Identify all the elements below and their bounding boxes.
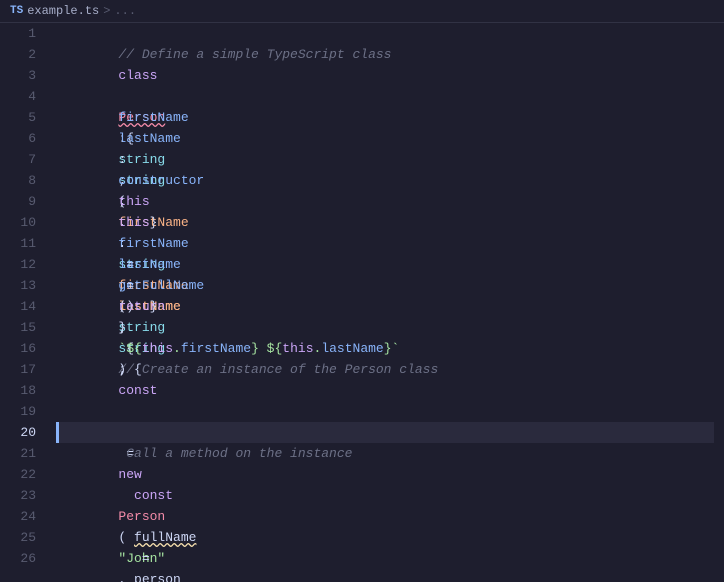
line-num-12: 12 (14, 254, 36, 275)
code-line-20: const fullName = person . getFullName ()… (56, 422, 714, 443)
line-num-4: 4 (14, 86, 36, 107)
code-lines[interactable]: // Define a simple TypeScript class clas… (46, 23, 724, 582)
line-num-24: 24 (14, 506, 36, 527)
line-num-19: 19 (14, 401, 36, 422)
line-num-17: 17 (14, 359, 36, 380)
breadcrumb: TS example.ts > ... (0, 0, 724, 23)
code-line-18 (56, 380, 714, 401)
code-line-5 (56, 107, 714, 128)
code-line-3: firstName : string ; (56, 65, 714, 86)
line-num-13: 13 (14, 275, 36, 296)
code-line-15 (56, 317, 714, 338)
code-area: 1 2 3 4 5 6 7 8 9 10 11 12 13 14 15 16 1… (0, 23, 724, 582)
line-num-26: 26 (14, 548, 36, 569)
code-line-16: // Create an instance of the Person clas… (56, 338, 714, 359)
editor: TS example.ts > ... 1 2 3 4 5 6 7 8 9 10… (0, 0, 724, 582)
line-num-3: 3 (14, 65, 36, 86)
line-num-8: 8 (14, 170, 36, 191)
line-num-16: 16 (14, 338, 36, 359)
line-numbers: 1 2 3 4 5 6 7 8 9 10 11 12 13 14 15 16 1… (0, 23, 46, 582)
code-line-23 (56, 485, 714, 506)
line-num-1: 1 (14, 23, 36, 44)
breadcrumb-ellipsis: ... (114, 4, 136, 18)
breadcrumb-ts-label: TS (10, 5, 23, 17)
line-num-10: 10 (14, 212, 36, 233)
code-line-13: } (56, 275, 714, 296)
line-num-21: 21 (14, 443, 36, 464)
code-line-24 (56, 506, 714, 527)
code-line-9: } (56, 191, 714, 212)
code-line-10 (56, 212, 714, 233)
code-line-22 (56, 464, 714, 485)
code-line-1: // Define a simple TypeScript class (56, 23, 714, 44)
line-num-7: 7 (14, 149, 36, 170)
line-num-11: 11 (14, 233, 36, 254)
line-num-6: 6 (14, 128, 36, 149)
code-line-25 (56, 527, 714, 548)
line-num-5: 5 (14, 107, 36, 128)
line-num-9: 9 (14, 191, 36, 212)
line-num-22: 22 (14, 464, 36, 485)
code-line-12: return `${this.firstName} ${this.lastNam… (56, 254, 714, 275)
line-num-25: 25 (14, 527, 36, 548)
line-num-14: 14 (14, 296, 36, 317)
code-line-11: getFullName (): string { (56, 233, 714, 254)
line-num-23: 23 (14, 485, 36, 506)
breadcrumb-sep: > (103, 4, 110, 18)
code-line-6: constructor ( firstName : string , lastN… (56, 128, 714, 149)
active-line-accent (56, 422, 59, 443)
code-line-4: lastName : string ; (56, 86, 714, 107)
code-line-7: this . firstName = firstName ; (56, 149, 714, 170)
line-num-15: 15 (14, 317, 36, 338)
code-line-26 (56, 548, 714, 569)
code-line-19: 💡 Call a method on the instance (56, 401, 714, 422)
line-num-2: 2 (14, 44, 36, 65)
code-line-2: class Person { (56, 44, 714, 65)
code-line-17: const person = new Person ( "John" , "Do… (56, 359, 714, 380)
line-num-18: 18 (14, 380, 36, 401)
breadcrumb-filename: example.ts (27, 4, 99, 18)
line-num-20: 20 (14, 422, 36, 443)
code-line-8: this . lastName = lastName ; (56, 170, 714, 191)
code-line-14: } (56, 296, 714, 317)
code-line-21 (56, 443, 714, 464)
